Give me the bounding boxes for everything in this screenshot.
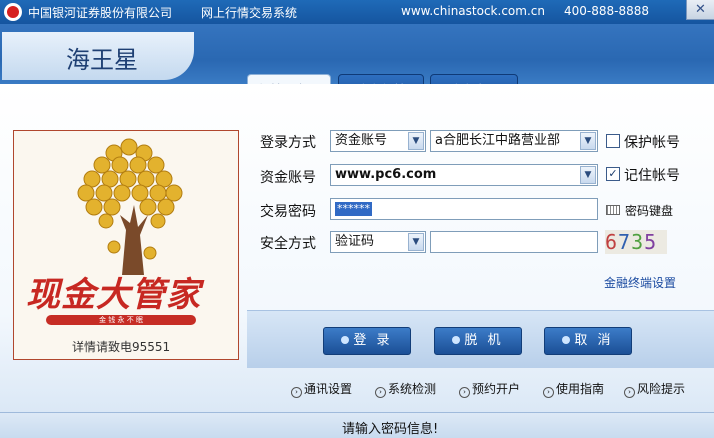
account-label: 资金账号 <box>260 170 316 186</box>
security-label: 安全方式 <box>260 236 316 252</box>
arrow-circle-icon: › <box>459 387 470 398</box>
advert-panel[interactable]: 现金大管家 金 钱 永 不 眠 详情请致电95551 <box>13 130 239 360</box>
login-dot-icon <box>341 336 350 344</box>
cancel-dot-icon <box>562 336 571 344</box>
arrow-circle-icon: › <box>291 387 302 398</box>
offline-button-label: 脱 机 <box>464 333 504 348</box>
arrow-circle-icon: › <box>375 387 386 398</box>
offline-button[interactable]: 脱 机 <box>434 327 522 355</box>
status-message: 请输入密码信息! <box>342 422 439 437</box>
company-name: 中国银河证券股份有限公司 <box>28 6 173 20</box>
quick-link-label: 通讯设置 <box>304 382 353 396</box>
service-phone: 400-888-8888 <box>564 4 650 18</box>
galaxy-logo-icon <box>4 3 22 21</box>
login-button[interactable]: 登 录 <box>323 327 411 355</box>
login-method-label: 登录方式 <box>260 135 316 151</box>
login-method-value: 资金账号 <box>335 133 388 148</box>
quick-link-user-guide[interactable]: › 使用指南 <box>543 380 604 398</box>
captcha-input[interactable] <box>430 231 598 253</box>
branch-value: a合肥长江中路营业部 <box>435 133 560 148</box>
action-button-panel: 登 录 脱 机 取 消 <box>247 310 714 368</box>
captcha-char: 5 <box>644 230 658 254</box>
system-name: 网上行情交易系统 <box>201 6 298 20</box>
offline-dot-icon <box>452 336 461 344</box>
protect-account-label: 保护帐号 <box>624 135 680 151</box>
account-field[interactable]: www.pc6.com ▼ <box>330 164 598 186</box>
quick-link-comm-settings[interactable]: › 通讯设置 <box>291 380 352 398</box>
security-method-value: 验证码 <box>335 234 375 249</box>
quick-link-open-account[interactable]: › 预约开户 <box>459 380 520 398</box>
quick-link-risk-notice[interactable]: › 风险提示 <box>624 380 685 398</box>
brand-title: 海王星 <box>66 46 138 74</box>
password-label: 交易密码 <box>260 204 316 220</box>
captcha-image[interactable]: 6735 <box>605 230 667 254</box>
quick-link-label: 使用指南 <box>556 382 605 396</box>
captcha-char: 7 <box>618 230 632 254</box>
chevron-down-icon[interactable]: ▼ <box>408 233 424 251</box>
advert-slogan: 金 钱 永 不 眠 <box>46 315 196 325</box>
chevron-down-icon[interactable]: ▼ <box>408 132 424 150</box>
keyboard-icon[interactable] <box>606 205 620 215</box>
advert-hotline: 详情请致电95551 <box>72 340 171 354</box>
close-button[interactable]: ✕ <box>686 0 714 20</box>
security-method-select[interactable]: 验证码 ▼ <box>330 231 426 253</box>
brand-panel: 海王星 <box>2 32 194 80</box>
money-tree-icon <box>77 138 183 275</box>
remember-account-checkbox[interactable]: ✓ <box>606 167 620 181</box>
website-url: www.chinastock.com.cn <box>401 4 545 18</box>
branch-select[interactable]: a合肥长江中路营业部 ▼ <box>430 130 598 152</box>
captcha-char: 6 <box>605 230 619 254</box>
terminal-settings-link[interactable]: 金融终端设置 <box>604 274 676 291</box>
login-method-select[interactable]: 资金账号 ▼ <box>330 130 426 152</box>
chevron-down-icon[interactable]: ▼ <box>580 166 596 184</box>
arrow-circle-icon: › <box>543 387 554 398</box>
main-panel: 现金大管家 金 钱 永 不 眠 详情请致电95551 登录方式 资金账号 ▼ a… <box>0 84 714 412</box>
soft-keyboard-link[interactable]: 密码键盘 <box>625 202 673 219</box>
header-band: 海王星 行情+交易 独立行情 独立交易 <box>0 24 714 108</box>
login-button-label: 登 录 <box>353 333 393 348</box>
cancel-button[interactable]: 取 消 <box>544 327 632 355</box>
chevron-down-icon[interactable]: ▼ <box>580 132 596 150</box>
quick-link-label: 预约开户 <box>472 382 521 396</box>
password-field[interactable]: ****** <box>330 198 598 220</box>
advert-banner: 现金大管家 <box>26 275 201 315</box>
password-value: ****** <box>335 202 372 216</box>
account-value: www.pc6.com <box>335 167 437 182</box>
quick-link-label: 风险提示 <box>637 382 686 396</box>
title-bar: 中国银河证券股份有限公司 网上行情交易系统 www.chinastock.com… <box>0 0 714 24</box>
protect-account-checkbox[interactable] <box>606 134 620 148</box>
captcha-char: 3 <box>631 230 645 254</box>
quick-link-system-check[interactable]: › 系统检测 <box>375 380 436 398</box>
quick-link-label: 系统检测 <box>388 382 437 396</box>
arrow-circle-icon: › <box>624 387 635 398</box>
status-bar: 请输入密码信息! <box>0 412 714 438</box>
remember-account-label: 记住帐号 <box>624 168 680 184</box>
cancel-button-label: 取 消 <box>574 333 614 348</box>
